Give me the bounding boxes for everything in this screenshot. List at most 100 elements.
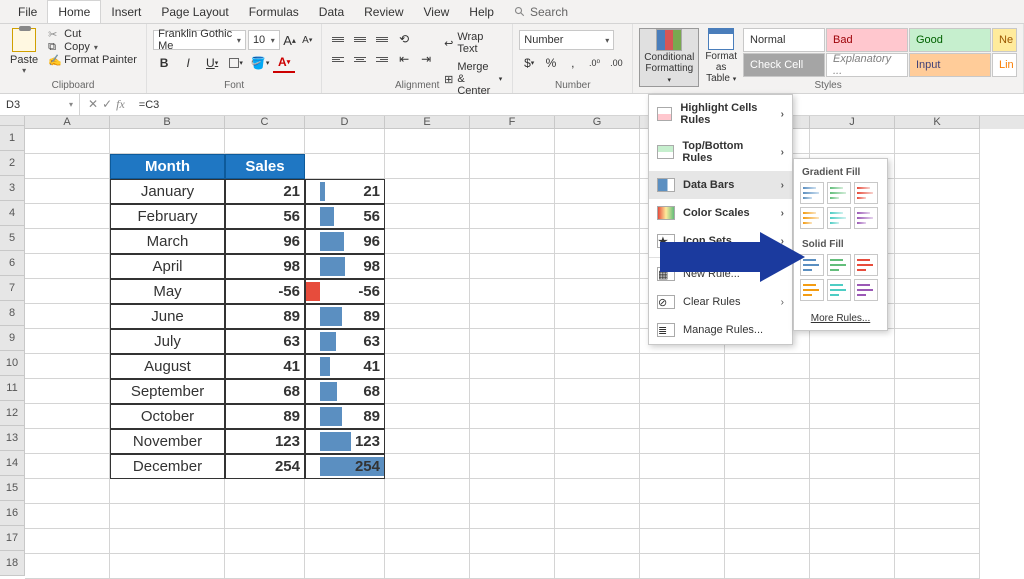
cell-E14[interactable] xyxy=(385,454,470,479)
cf-new-rule[interactable]: ▦New Rule... xyxy=(649,260,792,288)
cell-K8[interactable] xyxy=(895,304,980,329)
fill-color-button[interactable]: 🪣▾ xyxy=(249,53,271,73)
cell-A18[interactable] xyxy=(25,554,110,579)
tab-help[interactable]: Help xyxy=(459,1,504,23)
cell-A11[interactable] xyxy=(25,379,110,404)
cell-A9[interactable] xyxy=(25,329,110,354)
cell-D17[interactable] xyxy=(305,529,385,554)
cell-E18[interactable] xyxy=(385,554,470,579)
cell-B5[interactable]: March xyxy=(110,229,225,254)
cell-C8[interactable]: 89 xyxy=(225,304,305,329)
cell-B13[interactable]: November xyxy=(110,429,225,454)
paste-button[interactable]: Paste ▾ xyxy=(6,26,42,77)
cell-K15[interactable] xyxy=(895,479,980,504)
cell-H11[interactable] xyxy=(640,379,725,404)
cf-icon-sets[interactable]: ★Icon Sets› xyxy=(649,227,792,255)
cell-E12[interactable] xyxy=(385,404,470,429)
cf-top-bottom-rules[interactable]: Top/Bottom Rules› xyxy=(649,133,792,171)
col-header-K[interactable]: K xyxy=(895,116,980,129)
cell-F16[interactable] xyxy=(470,504,555,529)
style-linked[interactable]: Lin xyxy=(992,53,1017,77)
cell-C7[interactable]: -56 xyxy=(225,279,305,304)
gradient-green[interactable] xyxy=(827,182,851,204)
cell-A16[interactable] xyxy=(25,504,110,529)
row-header-5[interactable]: 5 xyxy=(0,226,25,251)
style-explanatory[interactable]: Explanatory ... xyxy=(826,53,908,77)
search-box[interactable]: Search xyxy=(514,5,568,19)
cell-D7[interactable]: -56 xyxy=(305,279,385,304)
cell-I10[interactable] xyxy=(725,354,810,379)
cell-C18[interactable] xyxy=(225,554,305,579)
formula-input[interactable]: =C3 xyxy=(133,99,1024,111)
cell-H15[interactable] xyxy=(640,479,725,504)
cell-C2[interactable]: Sales xyxy=(225,154,305,179)
cell-G15[interactable] xyxy=(555,479,640,504)
currency-button[interactable]: $▾ xyxy=(519,53,539,73)
wrap-text-button[interactable]: ↩Wrap Text xyxy=(440,30,506,56)
style-good[interactable]: Good xyxy=(909,28,991,52)
align-bottom-button[interactable] xyxy=(372,30,392,48)
cf-color-scales[interactable]: Color Scales› xyxy=(649,199,792,227)
cell-I11[interactable] xyxy=(725,379,810,404)
cell-D9[interactable]: 63 xyxy=(305,329,385,354)
cell-E6[interactable] xyxy=(385,254,470,279)
align-center-button[interactable] xyxy=(350,50,370,68)
cell-J18[interactable] xyxy=(810,554,895,579)
cell-I12[interactable] xyxy=(725,404,810,429)
row-header-13[interactable]: 13 xyxy=(0,426,25,451)
cell-C3[interactable]: 21 xyxy=(225,179,305,204)
cell-H18[interactable] xyxy=(640,554,725,579)
cell-B3[interactable]: January xyxy=(110,179,225,204)
grow-font-button[interactable]: A▴ xyxy=(282,30,298,50)
cf-manage-rules[interactable]: ≣Manage Rules... xyxy=(649,316,792,344)
cell-H13[interactable] xyxy=(640,429,725,454)
cell-E13[interactable] xyxy=(385,429,470,454)
cell-B4[interactable]: February xyxy=(110,204,225,229)
cell-B6[interactable]: April xyxy=(110,254,225,279)
cell-C15[interactable] xyxy=(225,479,305,504)
format-painter-button[interactable]: ✍Format Painter xyxy=(48,54,137,66)
italic-button[interactable]: I xyxy=(177,53,199,73)
cell-D3[interactable]: 21 xyxy=(305,179,385,204)
cell-K4[interactable] xyxy=(895,204,980,229)
cell-B16[interactable] xyxy=(110,504,225,529)
cell-B11[interactable]: September xyxy=(110,379,225,404)
cell-F9[interactable] xyxy=(470,329,555,354)
row-header-16[interactable]: 16 xyxy=(0,501,25,526)
cell-K2[interactable] xyxy=(895,154,980,179)
cell-A17[interactable] xyxy=(25,529,110,554)
cell-J12[interactable] xyxy=(810,404,895,429)
underline-button[interactable]: U▾ xyxy=(201,53,223,73)
cell-A12[interactable] xyxy=(25,404,110,429)
cell-A4[interactable] xyxy=(25,204,110,229)
cell-E5[interactable] xyxy=(385,229,470,254)
cell-F17[interactable] xyxy=(470,529,555,554)
cell-G18[interactable] xyxy=(555,554,640,579)
cell-K1[interactable] xyxy=(895,129,980,154)
row-header-2[interactable]: 2 xyxy=(0,151,25,176)
col-header-C[interactable]: C xyxy=(225,116,305,129)
cell-B17[interactable] xyxy=(110,529,225,554)
cell-C1[interactable] xyxy=(225,129,305,154)
cell-E11[interactable] xyxy=(385,379,470,404)
cell-I13[interactable] xyxy=(725,429,810,454)
cell-A13[interactable] xyxy=(25,429,110,454)
row-header-3[interactable]: 3 xyxy=(0,176,25,201)
tab-formulas[interactable]: Formulas xyxy=(239,1,309,23)
cell-D2[interactable] xyxy=(305,154,385,179)
format-as-table-button[interactable]: Format as Table ▾ xyxy=(701,28,741,85)
style-input[interactable]: Input xyxy=(909,53,991,77)
cell-F6[interactable] xyxy=(470,254,555,279)
cell-E7[interactable] xyxy=(385,279,470,304)
cell-C4[interactable]: 56 xyxy=(225,204,305,229)
orientation-button[interactable]: ⟲ xyxy=(394,30,414,48)
cell-I18[interactable] xyxy=(725,554,810,579)
align-left-button[interactable] xyxy=(328,50,348,68)
tab-view[interactable]: View xyxy=(414,1,460,23)
cell-E10[interactable] xyxy=(385,354,470,379)
row-header-6[interactable]: 6 xyxy=(0,251,25,276)
cell-K6[interactable] xyxy=(895,254,980,279)
cell-K13[interactable] xyxy=(895,429,980,454)
cell-G2[interactable] xyxy=(555,154,640,179)
cell-E9[interactable] xyxy=(385,329,470,354)
